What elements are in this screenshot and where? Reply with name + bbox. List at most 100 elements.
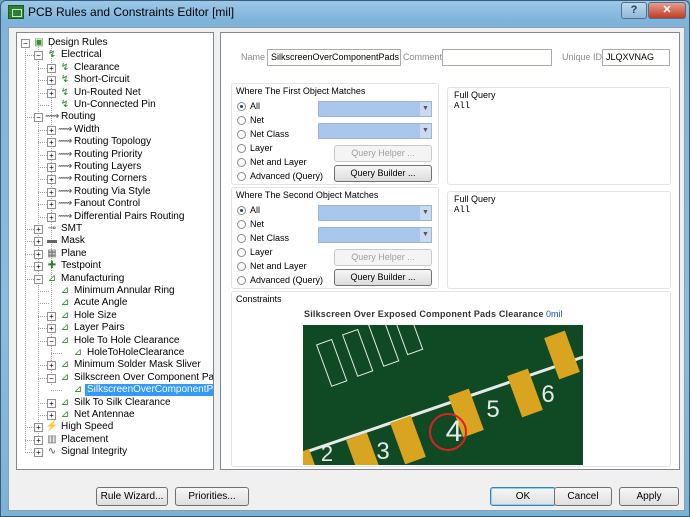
tree-item[interactable]: − ▣ Design Rules — [17, 37, 213, 49]
radio-button-icon[interactable] — [237, 130, 246, 139]
expand-icon[interactable]: + — [47, 311, 56, 321]
radio-button-icon[interactable] — [237, 220, 246, 229]
tree-item-label[interactable]: Manufacturing — [59, 273, 126, 285]
expand-icon[interactable]: + — [47, 187, 56, 197]
radio-button-icon[interactable] — [237, 248, 246, 257]
expand-icon[interactable]: + — [47, 125, 56, 135]
tree-item[interactable]: − ⟿ Routing — [17, 111, 213, 123]
name-field[interactable]: SilkscreenOverComponentPads — [267, 49, 401, 66]
tree-item[interactable]: + ∿ Signal Integrity — [17, 446, 213, 458]
tree-item-label[interactable]: Routing Corners — [72, 173, 149, 185]
tree-item[interactable]: + ⊿ Net Antennae — [17, 409, 213, 421]
radio-button-icon[interactable] — [237, 234, 246, 243]
expand-icon[interactable]: + — [47, 324, 56, 334]
expand-icon[interactable]: + — [47, 138, 56, 148]
tree-item[interactable]: ⊿SilkscreenOverComponentPads — [17, 384, 213, 397]
expand-icon[interactable]: + — [34, 225, 43, 234]
collapse-icon[interactable]: − — [34, 113, 43, 123]
tree-item-label[interactable]: Minimum Annular Ring — [72, 285, 177, 297]
tree-item-label[interactable]: Electrical — [59, 49, 104, 61]
tree-item[interactable]: + ⊸ SMT — [17, 223, 213, 235]
radio-button-icon[interactable] — [237, 144, 246, 153]
expand-icon[interactable]: + — [47, 411, 56, 420]
expand-icon[interactable]: + — [47, 200, 56, 210]
tree-item[interactable]: − ↯ Electrical — [17, 49, 213, 61]
radio-button-icon[interactable] — [237, 158, 246, 167]
cancel-button[interactable]: Cancel — [554, 487, 612, 506]
expand-icon[interactable]: + — [34, 262, 43, 272]
radio-button-icon[interactable] — [237, 102, 246, 111]
tree-item-label[interactable]: Short-Circuit — [72, 74, 132, 86]
tree-item[interactable]: + ▥ Placement — [17, 434, 213, 446]
radio-button-icon[interactable] — [237, 276, 246, 285]
tree-item-label[interactable]: Routing — [59, 111, 97, 123]
rule-wizard-button[interactable]: Rule Wizard... — [96, 487, 168, 506]
tree-item[interactable]: + ⟿ Differential Pairs Routing — [17, 211, 213, 223]
tree-item[interactable]: + ⊿ Silk To Silk Clearance — [17, 397, 213, 409]
expand-icon[interactable]: + — [47, 175, 56, 185]
tree-item-label[interactable]: SMT — [59, 223, 84, 235]
tree-item-label[interactable]: Routing Priority — [72, 149, 144, 161]
expand-icon[interactable]: + — [47, 88, 56, 98]
tree-item[interactable]: + ↯ Short-Circuit — [17, 74, 213, 86]
tree-item-label[interactable]: Routing Layers — [72, 161, 143, 173]
tree-item[interactable]: + ⚡ High Speed — [17, 421, 213, 433]
tree-item[interactable]: + ⟿ Routing Via Style — [17, 186, 213, 198]
first-full-query-text[interactable]: All — [454, 101, 470, 111]
expand-icon[interactable]: + — [34, 423, 43, 433]
second-query-builder-button[interactable]: Query Builder ... — [334, 269, 432, 286]
help-button[interactable]: ? — [621, 2, 647, 19]
tree-item[interactable]: ↯ Un-Connected Pin — [17, 99, 213, 111]
tree-item[interactable]: + ⟿ Routing Corners — [17, 173, 213, 185]
tree-item[interactable]: − ⊿ Silkscreen Over Component Pads — [17, 372, 213, 384]
tree-item[interactable]: + ⟿ Routing Priority — [17, 149, 213, 161]
tree-item[interactable]: + ▦ Plane — [17, 248, 213, 260]
tree-item-label[interactable]: Fanout Control — [72, 198, 142, 210]
expand-icon[interactable]: + — [34, 448, 43, 458]
tree-item[interactable]: ⊿ HoleToHoleClearance — [17, 347, 213, 359]
tree-item[interactable]: + ⟿ Fanout Control — [17, 198, 213, 210]
collapse-icon[interactable]: − — [21, 39, 30, 48]
tree-item[interactable]: − ⊿ Hole To Hole Clearance — [17, 335, 213, 347]
tree-item-label[interactable]: Minimum Solder Mask Sliver — [72, 359, 203, 371]
radio-button-icon[interactable] — [237, 172, 246, 181]
tree-item-label[interactable]: Routing Via Style — [72, 186, 153, 198]
expand-icon[interactable]: + — [47, 361, 56, 371]
collapse-icon[interactable]: − — [47, 336, 56, 346]
tree-item-label[interactable]: Testpoint — [59, 260, 103, 272]
first-net-combo[interactable]: ▼ — [318, 101, 432, 117]
priorities-button[interactable]: Priorities... — [175, 487, 249, 506]
tree-item[interactable]: + ⟿ Width — [17, 124, 213, 136]
first-query-builder-button[interactable]: Query Builder ... — [334, 165, 432, 182]
tree-item-label[interactable]: Silkscreen Over Component Pads — [72, 372, 213, 384]
tree-item[interactable]: ⊿ Minimum Annular Ring — [17, 285, 213, 297]
tree-item-label[interactable]: Hole Size — [72, 310, 119, 322]
tree-item-label[interactable]: Un-Routed Net — [72, 87, 143, 99]
collapse-icon[interactable]: − — [47, 373, 56, 383]
expand-icon[interactable]: + — [47, 163, 56, 172]
expand-icon[interactable]: + — [47, 63, 56, 73]
tree-item[interactable]: + ⊿ Hole Size — [17, 310, 213, 322]
tree-item[interactable]: + ⊿ Minimum Solder Mask Sliver — [17, 359, 213, 371]
tree-item-label[interactable]: Design Rules — [46, 37, 109, 49]
tree-item[interactable]: + ⟿ Routing Topology — [17, 136, 213, 148]
second-net-combo[interactable]: ▼ — [318, 205, 432, 221]
tree-item-label[interactable]: SilkscreenOverComponentPads — [85, 384, 213, 397]
first-netclass-combo[interactable]: ▼ — [318, 123, 432, 139]
tree-item-label[interactable]: Hole To Hole Clearance — [72, 335, 181, 347]
tree-item-label[interactable]: Routing Topology — [72, 136, 153, 148]
expand-icon[interactable]: + — [47, 212, 56, 222]
tree-item-label[interactable]: Layer Pairs — [72, 322, 127, 334]
second-full-query-text[interactable]: All — [454, 205, 470, 215]
clearance-value-field[interactable]: 0mil — [546, 309, 563, 319]
expand-icon[interactable]: + — [34, 435, 43, 445]
tree-item-label[interactable]: Width — [72, 124, 102, 136]
second-netclass-combo[interactable]: ▼ — [318, 227, 432, 243]
expand-icon[interactable]: + — [47, 76, 56, 86]
tree-item[interactable]: + ▬ Mask — [17, 235, 213, 247]
first-query-helper-button[interactable]: Query Helper ... — [334, 145, 432, 162]
tree-item-label[interactable]: Silk To Silk Clearance — [72, 397, 173, 409]
tree-item-label[interactable]: Plane — [59, 248, 89, 260]
tree-item[interactable]: + ↯ Clearance — [17, 62, 213, 74]
tree-item-label[interactable]: HoleToHoleClearance — [85, 347, 186, 359]
